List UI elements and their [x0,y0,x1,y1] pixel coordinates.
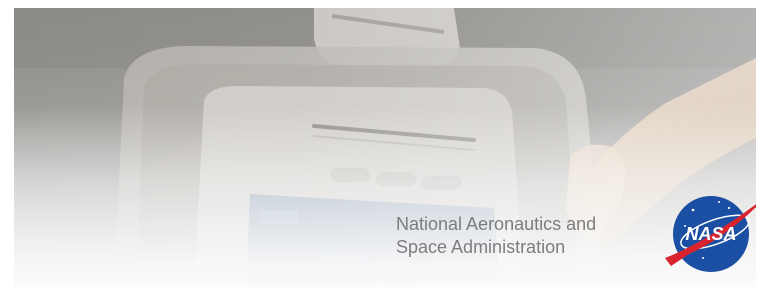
org-name-line-1: National Aeronautics and [396,214,597,234]
organization-name: National Aeronautics and Space Administr… [396,213,596,259]
nasa-logo-text: NASA [685,224,736,244]
org-name-line-2: Space Administration [396,237,566,257]
nasa-logo: NASA [665,196,756,272]
header-banner: National Aeronautics and Space Administr… [14,8,756,287]
photo-fade-overlay [14,8,756,287]
